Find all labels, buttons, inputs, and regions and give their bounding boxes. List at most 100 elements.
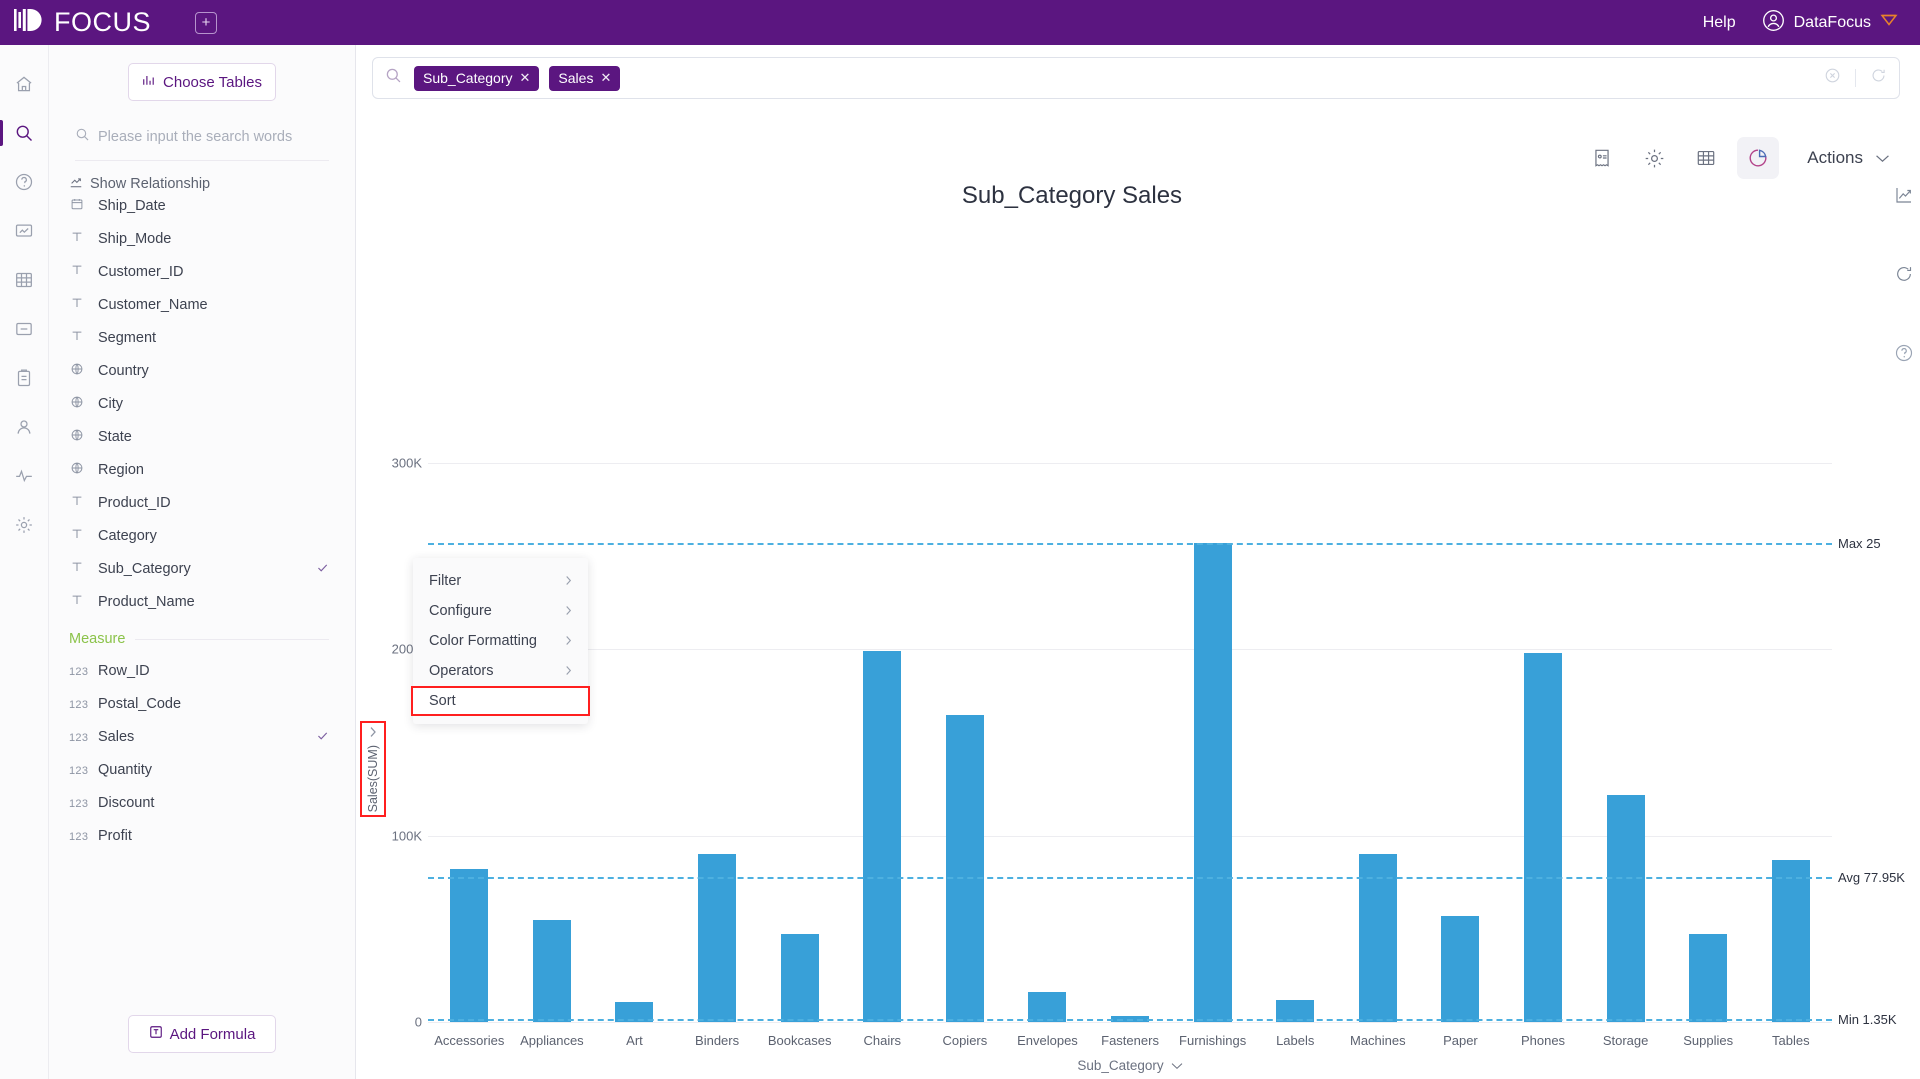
line-chart-icon[interactable]	[1894, 185, 1914, 210]
sidebar-item-home[interactable]	[0, 59, 49, 108]
field-row[interactable]: 123 Quantity	[69, 753, 329, 786]
x-axis-title[interactable]: Sub_Category	[428, 1058, 1832, 1073]
clear-circle-icon[interactable]	[1824, 67, 1841, 89]
bar[interactable]	[863, 651, 902, 1022]
bar-slot[interactable]: Bookcases	[758, 225, 841, 1048]
query-search-bar[interactable]: Sub_Category ✕ Sales ✕	[372, 57, 1900, 99]
bar[interactable]	[1028, 992, 1067, 1022]
sidebar-item-help[interactable]	[0, 157, 49, 206]
context-menu-item[interactable]: Operators	[413, 656, 588, 686]
field-row[interactable]: 123 Row_ID	[69, 654, 329, 687]
actions-button[interactable]: Actions	[1807, 148, 1896, 168]
bar-slot[interactable]: Art	[593, 225, 676, 1048]
bar-slot[interactable]: Machines	[1337, 225, 1420, 1048]
x-axis-tick-label: Fasteners	[1101, 1033, 1159, 1048]
bar[interactable]	[1524, 653, 1563, 1022]
bar[interactable]	[1441, 915, 1480, 1022]
field-row[interactable]: Product_ID	[69, 486, 329, 519]
field-row[interactable]: 123 Discount	[69, 786, 329, 819]
bar-slot[interactable]: Tables	[1750, 225, 1833, 1048]
sidebar-item-collapse[interactable]	[0, 304, 49, 353]
sidebar-item-dashboard[interactable]	[0, 206, 49, 255]
choose-tables-button[interactable]: Choose Tables	[128, 63, 276, 101]
field-row[interactable]: Customer_ID	[69, 255, 329, 288]
sidebar-item-tables[interactable]	[0, 255, 49, 304]
question-circle-icon[interactable]	[1894, 343, 1914, 368]
context-menu-item[interactable]: Color Formatting	[413, 626, 588, 656]
plus-square-icon[interactable]: +	[195, 11, 217, 34]
add-formula-button[interactable]: Add Formula	[128, 1015, 276, 1053]
bar[interactable]	[1689, 934, 1728, 1022]
receipt-icon[interactable]	[1581, 137, 1623, 179]
brand-logo[interactable]: FOCUS	[14, 7, 151, 38]
bar-slot[interactable]: Phones	[1502, 225, 1585, 1048]
refresh-icon[interactable]	[1870, 67, 1887, 89]
field-row[interactable]: City	[69, 387, 329, 420]
account-menu[interactable]: DataFocus	[1762, 9, 1898, 37]
bar-slot[interactable]: Copiers	[924, 225, 1007, 1048]
x-axis-tick-label: Storage	[1602, 1033, 1649, 1048]
field-row[interactable]: Ship_Date	[69, 199, 329, 222]
field-row[interactable]: Ship_Mode	[69, 222, 329, 255]
y-axis-title[interactable]: Sales(SUM)	[360, 721, 386, 817]
context-menu-item[interactable]: Filter	[413, 566, 588, 596]
refresh-icon[interactable]	[1894, 264, 1914, 289]
bar[interactable]	[945, 714, 984, 1022]
context-menu-item[interactable]: Sort	[411, 686, 590, 716]
field-row[interactable]: Category	[69, 519, 329, 552]
chevron-right-icon	[564, 574, 573, 589]
bar-slot[interactable]: Paper	[1419, 225, 1502, 1048]
bar[interactable]	[532, 919, 571, 1022]
chart-toolbar: Actions	[1581, 134, 1896, 182]
context-menu-item[interactable]: Configure	[413, 596, 588, 626]
bar[interactable]	[1193, 543, 1232, 1022]
bar-slot[interactable]: Chairs	[841, 225, 924, 1048]
sidebar-item-search[interactable]	[0, 108, 49, 157]
sidebar-item-tasks[interactable]	[0, 353, 49, 402]
field-row[interactable]: 123 Profit	[69, 819, 329, 852]
bar[interactable]	[450, 869, 489, 1022]
bar-slot[interactable]: Furnishings	[1171, 225, 1254, 1048]
bar-slot[interactable]: Envelopes	[1006, 225, 1089, 1048]
x-axis-tick-label: Binders	[695, 1033, 740, 1048]
query-chip[interactable]: Sub_Category ✕	[414, 65, 540, 91]
query-chips: Sub_Category ✕ Sales ✕	[414, 65, 621, 91]
bar[interactable]	[1606, 794, 1645, 1022]
field-row[interactable]: Segment	[69, 321, 329, 354]
query-chip[interactable]: Sales ✕	[549, 65, 621, 91]
field-row[interactable]: Customer_Name	[69, 288, 329, 321]
field-row[interactable]: 123 Sales	[69, 720, 329, 753]
panel-search[interactable]	[75, 127, 329, 161]
field-row[interactable]: Region	[69, 453, 329, 486]
close-icon[interactable]: ✕	[600, 70, 611, 86]
help-link[interactable]: Help	[1703, 14, 1736, 32]
table-grid-icon[interactable]	[1685, 137, 1727, 179]
context-menu[interactable]: Filter Configure Color Formatting Operators…	[411, 558, 590, 724]
field-row[interactable]: 123 Postal_Code	[69, 687, 329, 720]
sidebar-item-users[interactable]	[0, 402, 49, 451]
field-row[interactable]: Sub_Category	[69, 552, 329, 585]
bar-slot[interactable]: Binders	[676, 225, 759, 1048]
field-list[interactable]: Ship_Date Ship_Mode Customer_ID Customer_Na…	[49, 199, 355, 1015]
search-input[interactable]	[98, 129, 298, 145]
bar-slot[interactable]: Supplies	[1667, 225, 1750, 1048]
bar-slot[interactable]: Fasteners	[1089, 225, 1172, 1048]
bar[interactable]	[1771, 859, 1810, 1022]
pie-chart-icon[interactable]	[1737, 137, 1780, 179]
show-relationship-toggle[interactable]: Show Relationship	[69, 175, 329, 193]
bar-slot[interactable]: Storage	[1584, 225, 1667, 1048]
bar[interactable]	[780, 934, 819, 1022]
bar-slot[interactable]: Labels	[1254, 225, 1337, 1048]
field-row[interactable]: Country	[69, 354, 329, 387]
bar[interactable]	[698, 854, 737, 1022]
sidebar-item-settings[interactable]	[0, 500, 49, 549]
sidebar-item-monitor[interactable]	[0, 451, 49, 500]
field-row[interactable]: State	[69, 420, 329, 453]
gear-icon[interactable]	[1633, 137, 1675, 179]
field-row[interactable]: Product_Name	[69, 585, 329, 618]
field-label: Profit	[98, 827, 132, 844]
close-icon[interactable]: ✕	[520, 70, 531, 86]
bar[interactable]	[1358, 854, 1397, 1022]
field-label: Discount	[98, 794, 155, 811]
123-icon: 123	[69, 732, 89, 744]
